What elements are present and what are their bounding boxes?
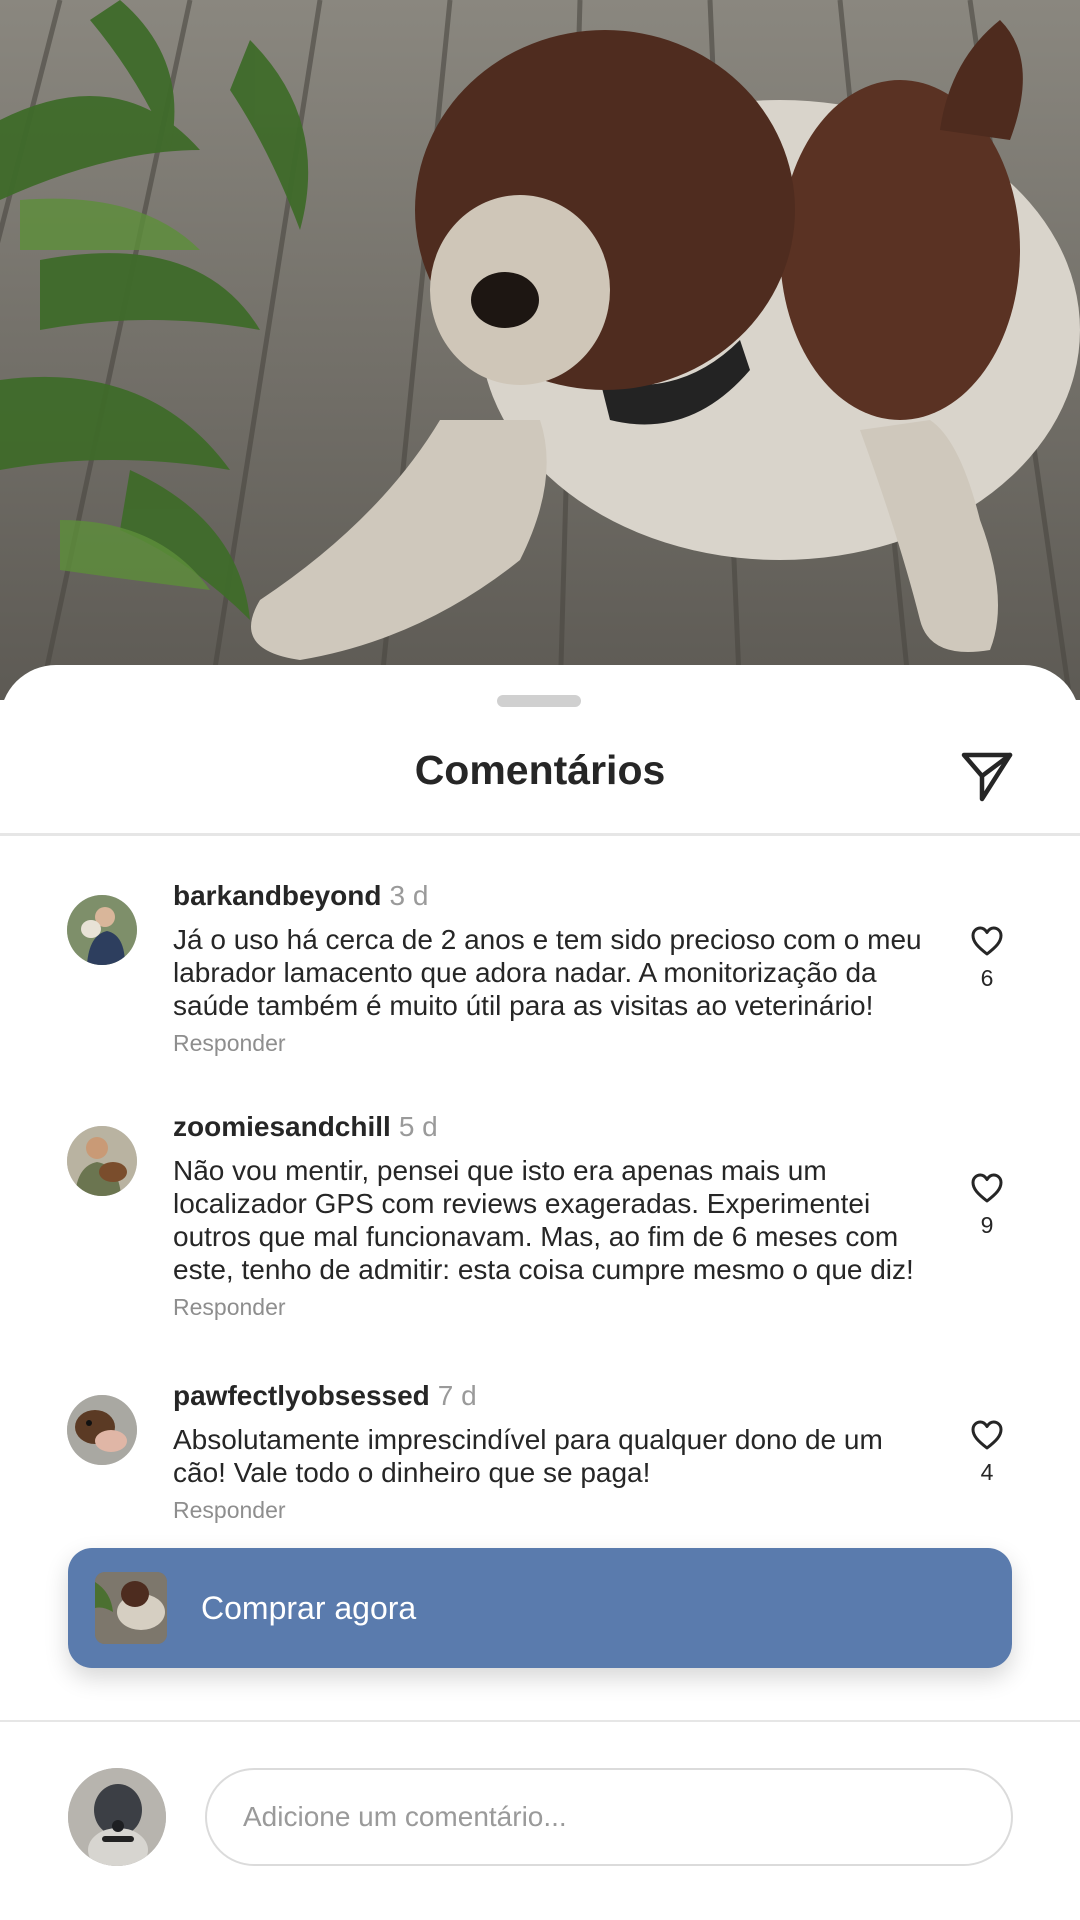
buy-now-button[interactable]: Comprar agora	[68, 1548, 1012, 1668]
like-button[interactable]: 9	[955, 1172, 1019, 1239]
avatar[interactable]	[67, 895, 137, 965]
comment-input[interactable]	[205, 1768, 1013, 1866]
heart-icon	[971, 926, 1003, 956]
comment-time: 7 d	[437, 1380, 477, 1411]
like-count: 9	[980, 1212, 994, 1238]
comment-text: Não vou mentir, pensei que isto era apen…	[173, 1155, 914, 1285]
comment-username[interactable]: barkandbeyond	[173, 880, 381, 911]
like-count: 4	[980, 1459, 994, 1485]
comment-body: barkandbeyond 3 d Já o uso há cerca de 2 …	[173, 879, 943, 1057]
avatar[interactable]	[67, 1395, 137, 1465]
comment-username[interactable]: zoomiesandchill	[173, 1111, 391, 1142]
heart-icon	[971, 1173, 1003, 1203]
like-button[interactable]: 6	[955, 925, 1019, 992]
header-divider	[0, 833, 1080, 836]
reply-button[interactable]: Responder	[173, 1294, 943, 1321]
comment-text: Absolutamente imprescindível para qualqu…	[173, 1424, 883, 1488]
avatar[interactable]	[67, 1126, 137, 1196]
reply-button[interactable]: Responder	[173, 1497, 943, 1524]
like-button[interactable]: 4	[955, 1419, 1019, 1486]
buy-now-label: Comprar agora	[201, 1589, 417, 1626]
product-thumbnail	[95, 1572, 167, 1644]
post-photo	[0, 0, 1080, 700]
footer-divider	[0, 1720, 1080, 1722]
current-user-avatar	[68, 1768, 166, 1866]
share-button[interactable]	[955, 745, 1019, 809]
drag-handle[interactable]	[497, 695, 581, 707]
like-count: 6	[980, 965, 994, 991]
sheet-title: Comentários	[414, 747, 666, 793]
reply-button[interactable]: Responder	[173, 1030, 943, 1057]
comment-time: 3 d	[389, 880, 429, 911]
comment-time: 5 d	[398, 1111, 438, 1142]
comment-body: zoomiesandchill 5 d Não vou mentir, pense…	[173, 1110, 943, 1321]
comment-text: Já o uso há cerca de 2 anos e tem sido p…	[173, 924, 922, 1021]
send-icon	[961, 752, 1013, 802]
comment-body: pawfectlyobsessed 7 d Absolutamente impre…	[173, 1379, 943, 1524]
heart-icon	[971, 1420, 1003, 1450]
comments-sheet: Comentários barkandbeyond 3 d Já o uso há…	[0, 665, 1080, 1920]
comment-username[interactable]: pawfectlyobsessed	[173, 1380, 430, 1411]
